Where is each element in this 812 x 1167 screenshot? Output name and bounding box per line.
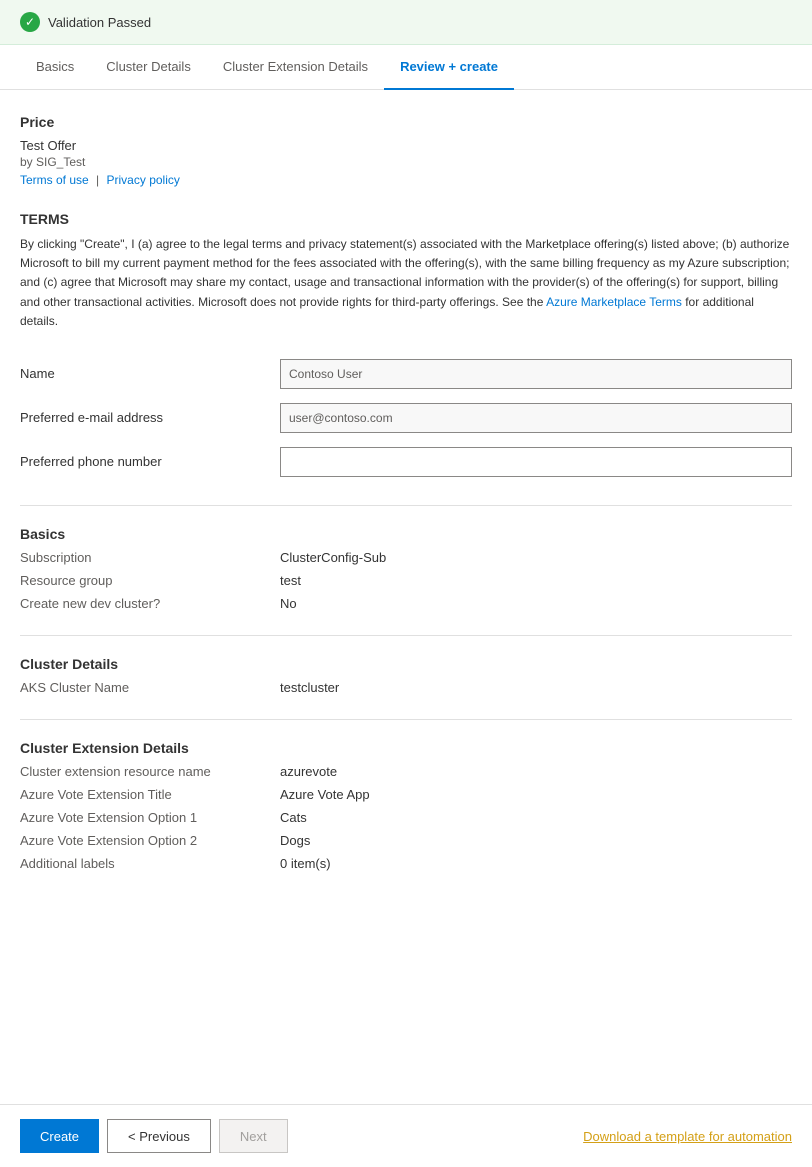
table-row: Additional labels 0 item(s) — [20, 856, 792, 871]
price-section: Price Test Offer by SIG_Test Terms of us… — [20, 114, 792, 187]
extension-title-value: Azure Vote App — [280, 787, 370, 802]
name-row: Name — [20, 359, 792, 389]
tab-basics[interactable]: Basics — [20, 45, 90, 90]
main-content: Price Test Offer by SIG_Test Terms of us… — [0, 90, 812, 975]
table-row: AKS Cluster Name testcluster — [20, 680, 792, 695]
extension-resource-name-key: Cluster extension resource name — [20, 764, 280, 779]
tab-review-create[interactable]: Review + create — [384, 45, 514, 90]
create-button[interactable]: Create — [20, 1119, 99, 1153]
resource-group-value: test — [280, 573, 301, 588]
aks-cluster-name-value: testcluster — [280, 680, 339, 695]
email-input[interactable] — [280, 403, 792, 433]
azure-marketplace-terms-link[interactable]: Azure Marketplace Terms — [546, 295, 682, 309]
offer-name: Test Offer — [20, 138, 792, 153]
contact-form: Name Preferred e-mail address Preferred … — [20, 359, 792, 477]
extension-option1-value: Cats — [280, 810, 307, 825]
validation-text: Validation Passed — [48, 15, 151, 30]
name-input[interactable] — [280, 359, 792, 389]
phone-row: Preferred phone number — [20, 447, 792, 477]
extension-option1-key: Azure Vote Extension Option 1 — [20, 810, 280, 825]
link-separator: | — [96, 173, 99, 187]
previous-button[interactable]: < Previous — [107, 1119, 211, 1153]
subscription-value: ClusterConfig-Sub — [280, 550, 386, 565]
resource-group-key: Resource group — [20, 573, 280, 588]
offer-by: by SIG_Test — [20, 155, 792, 169]
terms-section: TERMS By clicking "Create", I (a) agree … — [20, 211, 792, 331]
table-row: Azure Vote Extension Option 1 Cats — [20, 810, 792, 825]
table-row: Azure Vote Extension Option 2 Dogs — [20, 833, 792, 848]
tabs-nav: Basics Cluster Details Cluster Extension… — [0, 45, 812, 90]
validation-banner: ✓ Validation Passed — [0, 0, 812, 45]
links-row: Terms of use | Privacy policy — [20, 173, 792, 187]
divider-3 — [20, 719, 792, 720]
create-dev-cluster-value: No — [280, 596, 297, 611]
subscription-key: Subscription — [20, 550, 280, 565]
cluster-details-title: Cluster Details — [20, 656, 792, 672]
additional-labels-key: Additional labels — [20, 856, 280, 871]
divider-2 — [20, 635, 792, 636]
email-row: Preferred e-mail address — [20, 403, 792, 433]
footer: Create < Previous Next Download a templa… — [0, 1104, 812, 1167]
extension-resource-name-value: azurevote — [280, 764, 337, 779]
tab-cluster-extension-details[interactable]: Cluster Extension Details — [207, 45, 384, 90]
check-icon: ✓ — [20, 12, 40, 32]
aks-cluster-name-key: AKS Cluster Name — [20, 680, 280, 695]
price-section-title: Price — [20, 114, 792, 130]
table-row: Subscription ClusterConfig-Sub — [20, 550, 792, 565]
extension-title-key: Azure Vote Extension Title — [20, 787, 280, 802]
terms-of-use-link[interactable]: Terms of use — [20, 173, 89, 187]
phone-input[interactable] — [280, 447, 792, 477]
terms-text: By clicking "Create", I (a) agree to the… — [20, 235, 792, 331]
create-dev-cluster-key: Create new dev cluster? — [20, 596, 280, 611]
phone-label: Preferred phone number — [20, 454, 280, 469]
basics-section: Basics Subscription ClusterConfig-Sub Re… — [20, 526, 792, 611]
basics-section-title: Basics — [20, 526, 792, 542]
table-row: Azure Vote Extension Title Azure Vote Ap… — [20, 787, 792, 802]
divider-1 — [20, 505, 792, 506]
additional-labels-value: 0 item(s) — [280, 856, 331, 871]
next-button: Next — [219, 1119, 288, 1153]
cluster-extension-details-section: Cluster Extension Details Cluster extens… — [20, 740, 792, 871]
table-row: Cluster extension resource name azurevot… — [20, 764, 792, 779]
name-label: Name — [20, 366, 280, 381]
cluster-extension-details-title: Cluster Extension Details — [20, 740, 792, 756]
extension-option2-key: Azure Vote Extension Option 2 — [20, 833, 280, 848]
table-row: Resource group test — [20, 573, 792, 588]
tab-cluster-details[interactable]: Cluster Details — [90, 45, 207, 90]
cluster-details-section: Cluster Details AKS Cluster Name testclu… — [20, 656, 792, 695]
privacy-policy-link[interactable]: Privacy policy — [107, 173, 180, 187]
email-label: Preferred e-mail address — [20, 410, 280, 425]
extension-option2-value: Dogs — [280, 833, 310, 848]
download-template-link[interactable]: Download a template for automation — [583, 1129, 792, 1144]
terms-section-title: TERMS — [20, 211, 792, 227]
table-row: Create new dev cluster? No — [20, 596, 792, 611]
